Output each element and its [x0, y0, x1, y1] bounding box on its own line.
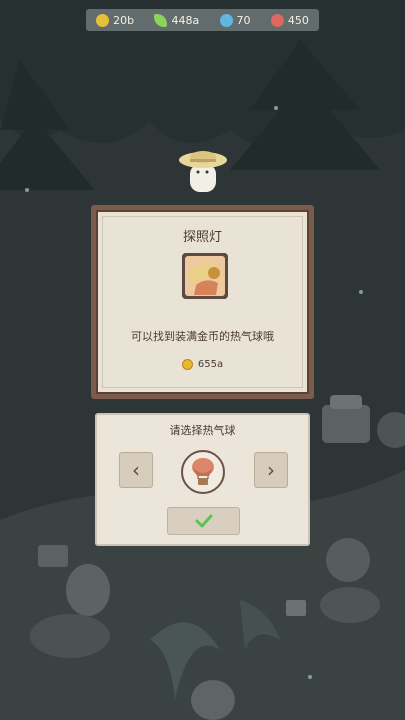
searchlight-icon — [182, 253, 228, 299]
item-title: 探照灯 — [182, 230, 222, 245]
resource-leaf-value: 448a — [171, 13, 200, 27]
next-balloon-button[interactable]: › — [254, 452, 288, 488]
item-price: 655a — [96, 359, 309, 370]
chevron-right-icon: › — [267, 458, 275, 482]
balloon-select-panel: 请选择热气球 ‹ › — [95, 413, 310, 546]
item-price-value: 655a — [197, 359, 224, 370]
coin-icon — [181, 359, 193, 370]
resource-heart: 450 — [270, 13, 309, 27]
mushroom-character-art — [179, 151, 227, 192]
hot-air-balloon-icon — [192, 458, 214, 485]
resource-heart-value: 450 — [287, 13, 309, 27]
item-description: 可以找到装满金币的热气球哦 — [131, 330, 274, 343]
resource-gold-value: 20b — [113, 13, 135, 27]
previous-balloon-button[interactable]: ‹ — [119, 452, 153, 488]
chevron-left-icon: ‹ — [132, 458, 140, 482]
confirm-button[interactable] — [167, 507, 240, 535]
resource-crystal: 70 — [219, 13, 251, 27]
searchlight-item-icon — [182, 253, 228, 299]
red-heart-icon — [270, 13, 284, 27]
resource-gold: 20b — [96, 13, 135, 27]
balloon-select-title: 请选择热气球 — [169, 424, 236, 437]
resource-crystal-value: 70 — [236, 13, 251, 27]
blue-crystal-icon — [219, 13, 233, 27]
hot-air-balloon-option[interactable] — [181, 450, 225, 494]
mushroom-character[interactable] — [176, 150, 232, 192]
resource-bar: 20b 448a 70 450 — [86, 9, 319, 31]
gold-coin-icon — [96, 13, 110, 27]
resource-leaf: 448a — [154, 13, 200, 27]
checkmark-icon — [195, 514, 212, 528]
green-leaf-icon — [154, 13, 168, 27]
item-info-panel: 探照灯 可以找到装满金币的热气球哦 655a — [91, 205, 314, 399]
